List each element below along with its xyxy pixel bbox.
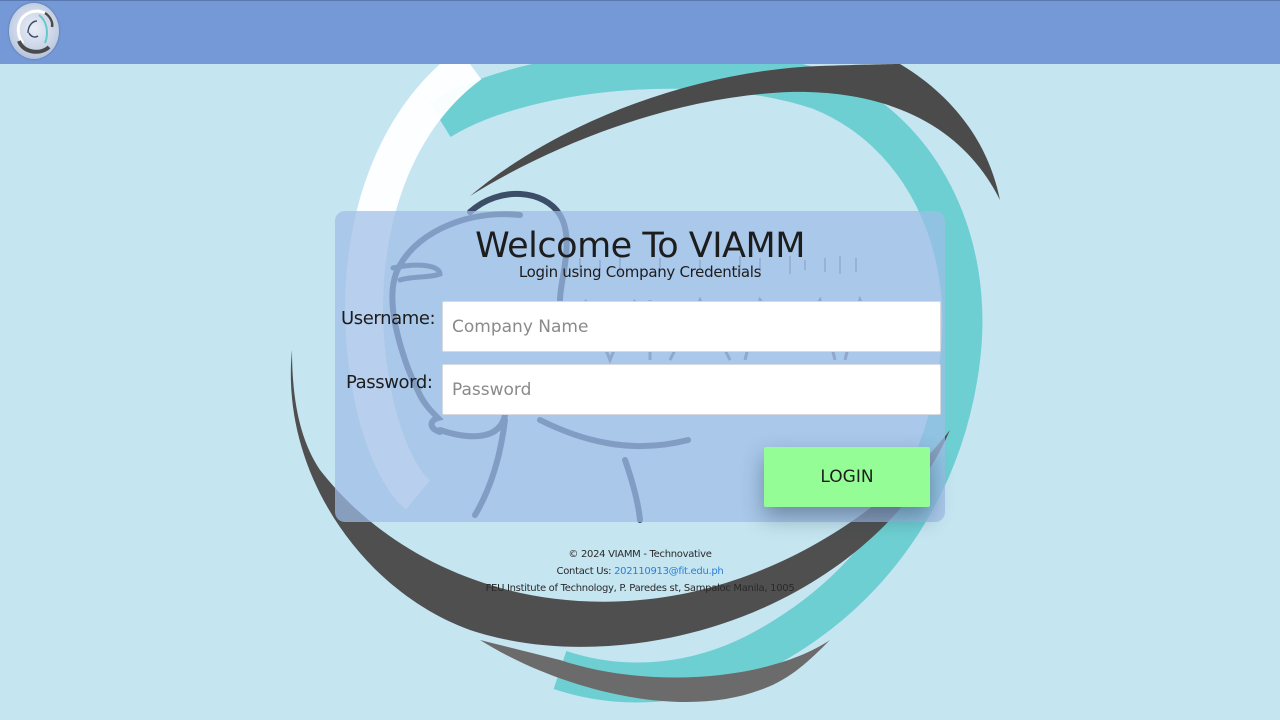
footer-contact: Contact Us: 202110913@fit.edu.ph [0, 563, 1280, 580]
top-navbar [0, 0, 1280, 64]
footer: © 2024 VIAMM - Technovative Contact Us: … [0, 546, 1280, 597]
footer-address: FEU Institute of Technology, P. Paredes … [485, 583, 795, 594]
login-button[interactable]: LOGIN [764, 447, 930, 507]
page-title: Welcome To VIAMM [475, 226, 805, 266]
username-label: Username: [341, 308, 436, 329]
contact-email-link[interactable]: 202110913@fit.edu.ph [614, 566, 724, 577]
password-input[interactable] [442, 364, 941, 415]
username-input[interactable] [442, 301, 941, 352]
viamm-logo-icon[interactable] [9, 3, 59, 59]
password-label: Password: [346, 372, 433, 393]
footer-contact-label: Contact Us: [556, 566, 615, 577]
login-card: Welcome To VIAMM Login using Company Cre… [335, 211, 945, 522]
footer-copyright: © 2024 VIAMM - Technovative [568, 549, 712, 560]
page-subtitle: Login using Company Credentials [518, 263, 762, 281]
